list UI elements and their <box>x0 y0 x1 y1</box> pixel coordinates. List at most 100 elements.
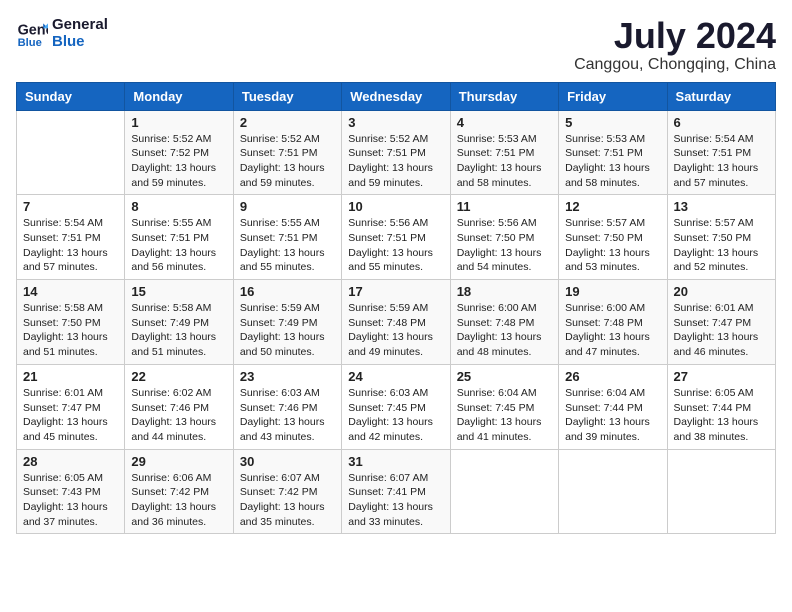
calendar-cell: 18 Sunrise: 6:00 AM Sunset: 7:48 PM Dayl… <box>450 280 558 365</box>
weekday-header-wednesday: Wednesday <box>342 82 450 110</box>
sunrise-text: Sunrise: 6:01 AM <box>674 302 754 314</box>
sunrise-text: Sunrise: 5:54 AM <box>23 217 103 229</box>
day-number: 4 <box>457 115 552 130</box>
sunrise-text: Sunrise: 6:05 AM <box>674 387 754 399</box>
day-number: 1 <box>131 115 226 130</box>
daylight-text: Daylight: 13 hours and 33 minutes. <box>348 501 433 528</box>
day-number: 25 <box>457 369 552 384</box>
sunset-text: Sunset: 7:44 PM <box>565 402 643 414</box>
day-number: 9 <box>240 199 335 214</box>
month-year-title: July 2024 <box>574 16 776 56</box>
day-number: 27 <box>674 369 769 384</box>
sunset-text: Sunset: 7:50 PM <box>565 232 643 244</box>
calendar-cell: 15 Sunrise: 5:58 AM Sunset: 7:49 PM Dayl… <box>125 280 233 365</box>
day-number: 11 <box>457 199 552 214</box>
calendar-cell: 12 Sunrise: 5:57 AM Sunset: 7:50 PM Dayl… <box>559 195 667 280</box>
day-number: 10 <box>348 199 443 214</box>
daylight-text: Daylight: 13 hours and 39 minutes. <box>565 416 650 443</box>
calendar-cell: 22 Sunrise: 6:02 AM Sunset: 7:46 PM Dayl… <box>125 364 233 449</box>
sunrise-text: Sunrise: 5:56 AM <box>348 217 428 229</box>
calendar-week-row: 1 Sunrise: 5:52 AM Sunset: 7:52 PM Dayli… <box>17 110 776 195</box>
sunrise-text: Sunrise: 5:55 AM <box>240 217 320 229</box>
sunset-text: Sunset: 7:49 PM <box>131 317 209 329</box>
day-info: Sunrise: 5:52 AM Sunset: 7:51 PM Dayligh… <box>240 132 335 191</box>
day-number: 31 <box>348 454 443 469</box>
sunrise-text: Sunrise: 6:01 AM <box>23 387 103 399</box>
daylight-text: Daylight: 13 hours and 59 minutes. <box>240 162 325 189</box>
day-number: 17 <box>348 284 443 299</box>
daylight-text: Daylight: 13 hours and 45 minutes. <box>23 416 108 443</box>
day-info: Sunrise: 5:57 AM Sunset: 7:50 PM Dayligh… <box>565 216 660 275</box>
sunset-text: Sunset: 7:42 PM <box>240 486 318 498</box>
logo: General Blue General Blue <box>16 16 108 50</box>
daylight-text: Daylight: 13 hours and 55 minutes. <box>240 247 325 274</box>
sunrise-text: Sunrise: 6:00 AM <box>565 302 645 314</box>
day-info: Sunrise: 5:56 AM Sunset: 7:51 PM Dayligh… <box>348 216 443 275</box>
sunset-text: Sunset: 7:50 PM <box>23 317 101 329</box>
sunset-text: Sunset: 7:50 PM <box>674 232 752 244</box>
daylight-text: Daylight: 13 hours and 57 minutes. <box>23 247 108 274</box>
weekday-header-saturday: Saturday <box>667 82 775 110</box>
sunrise-text: Sunrise: 5:52 AM <box>348 133 428 145</box>
sunset-text: Sunset: 7:50 PM <box>457 232 535 244</box>
day-number: 7 <box>23 199 118 214</box>
sunset-text: Sunset: 7:46 PM <box>131 402 209 414</box>
calendar-cell: 16 Sunrise: 5:59 AM Sunset: 7:49 PM Dayl… <box>233 280 341 365</box>
day-number: 5 <box>565 115 660 130</box>
sunset-text: Sunset: 7:45 PM <box>348 402 426 414</box>
sunset-text: Sunset: 7:51 PM <box>348 147 426 159</box>
sunset-text: Sunset: 7:48 PM <box>457 317 535 329</box>
svg-text:Blue: Blue <box>18 37 42 49</box>
sunset-text: Sunset: 7:52 PM <box>131 147 209 159</box>
calendar-cell: 30 Sunrise: 6:07 AM Sunset: 7:42 PM Dayl… <box>233 449 341 534</box>
daylight-text: Daylight: 13 hours and 54 minutes. <box>457 247 542 274</box>
day-number: 28 <box>23 454 118 469</box>
day-number: 14 <box>23 284 118 299</box>
day-number: 6 <box>674 115 769 130</box>
daylight-text: Daylight: 13 hours and 36 minutes. <box>131 501 216 528</box>
sunset-text: Sunset: 7:41 PM <box>348 486 426 498</box>
day-info: Sunrise: 6:00 AM Sunset: 7:48 PM Dayligh… <box>565 301 660 360</box>
calendar-cell: 21 Sunrise: 6:01 AM Sunset: 7:47 PM Dayl… <box>17 364 125 449</box>
weekday-header-thursday: Thursday <box>450 82 558 110</box>
calendar-cell: 24 Sunrise: 6:03 AM Sunset: 7:45 PM Dayl… <box>342 364 450 449</box>
day-info: Sunrise: 6:03 AM Sunset: 7:46 PM Dayligh… <box>240 386 335 445</box>
calendar-week-row: 14 Sunrise: 5:58 AM Sunset: 7:50 PM Dayl… <box>17 280 776 365</box>
weekday-header-row: SundayMondayTuesdayWednesdayThursdayFrid… <box>17 82 776 110</box>
weekday-header-friday: Friday <box>559 82 667 110</box>
day-number: 13 <box>674 199 769 214</box>
sunset-text: Sunset: 7:51 PM <box>240 232 318 244</box>
calendar-cell: 27 Sunrise: 6:05 AM Sunset: 7:44 PM Dayl… <box>667 364 775 449</box>
day-number: 24 <box>348 369 443 384</box>
sunset-text: Sunset: 7:46 PM <box>240 402 318 414</box>
calendar-cell: 29 Sunrise: 6:06 AM Sunset: 7:42 PM Dayl… <box>125 449 233 534</box>
calendar-cell: 9 Sunrise: 5:55 AM Sunset: 7:51 PM Dayli… <box>233 195 341 280</box>
sunrise-text: Sunrise: 6:07 AM <box>348 472 428 484</box>
calendar-cell: 19 Sunrise: 6:00 AM Sunset: 7:48 PM Dayl… <box>559 280 667 365</box>
calendar-cell <box>17 110 125 195</box>
calendar-cell: 17 Sunrise: 5:59 AM Sunset: 7:48 PM Dayl… <box>342 280 450 365</box>
sunset-text: Sunset: 7:51 PM <box>674 147 752 159</box>
daylight-text: Daylight: 13 hours and 59 minutes. <box>131 162 216 189</box>
daylight-text: Daylight: 13 hours and 51 minutes. <box>131 331 216 358</box>
sunrise-text: Sunrise: 5:58 AM <box>23 302 103 314</box>
day-info: Sunrise: 6:04 AM Sunset: 7:45 PM Dayligh… <box>457 386 552 445</box>
daylight-text: Daylight: 13 hours and 42 minutes. <box>348 416 433 443</box>
sunset-text: Sunset: 7:51 PM <box>565 147 643 159</box>
daylight-text: Daylight: 13 hours and 53 minutes. <box>565 247 650 274</box>
weekday-header-tuesday: Tuesday <box>233 82 341 110</box>
calendar-cell: 1 Sunrise: 5:52 AM Sunset: 7:52 PM Dayli… <box>125 110 233 195</box>
day-info: Sunrise: 5:53 AM Sunset: 7:51 PM Dayligh… <box>565 132 660 191</box>
day-info: Sunrise: 6:04 AM Sunset: 7:44 PM Dayligh… <box>565 386 660 445</box>
calendar-cell: 25 Sunrise: 6:04 AM Sunset: 7:45 PM Dayl… <box>450 364 558 449</box>
calendar-cell <box>450 449 558 534</box>
title-block: July 2024 Canggou, Chongqing, China <box>574 16 776 74</box>
calendar-week-row: 7 Sunrise: 5:54 AM Sunset: 7:51 PM Dayli… <box>17 195 776 280</box>
daylight-text: Daylight: 13 hours and 43 minutes. <box>240 416 325 443</box>
sunrise-text: Sunrise: 6:03 AM <box>348 387 428 399</box>
sunset-text: Sunset: 7:51 PM <box>23 232 101 244</box>
day-info: Sunrise: 5:54 AM Sunset: 7:51 PM Dayligh… <box>23 216 118 275</box>
calendar-table: SundayMondayTuesdayWednesdayThursdayFrid… <box>16 82 776 535</box>
calendar-cell <box>559 449 667 534</box>
day-info: Sunrise: 6:01 AM Sunset: 7:47 PM Dayligh… <box>674 301 769 360</box>
